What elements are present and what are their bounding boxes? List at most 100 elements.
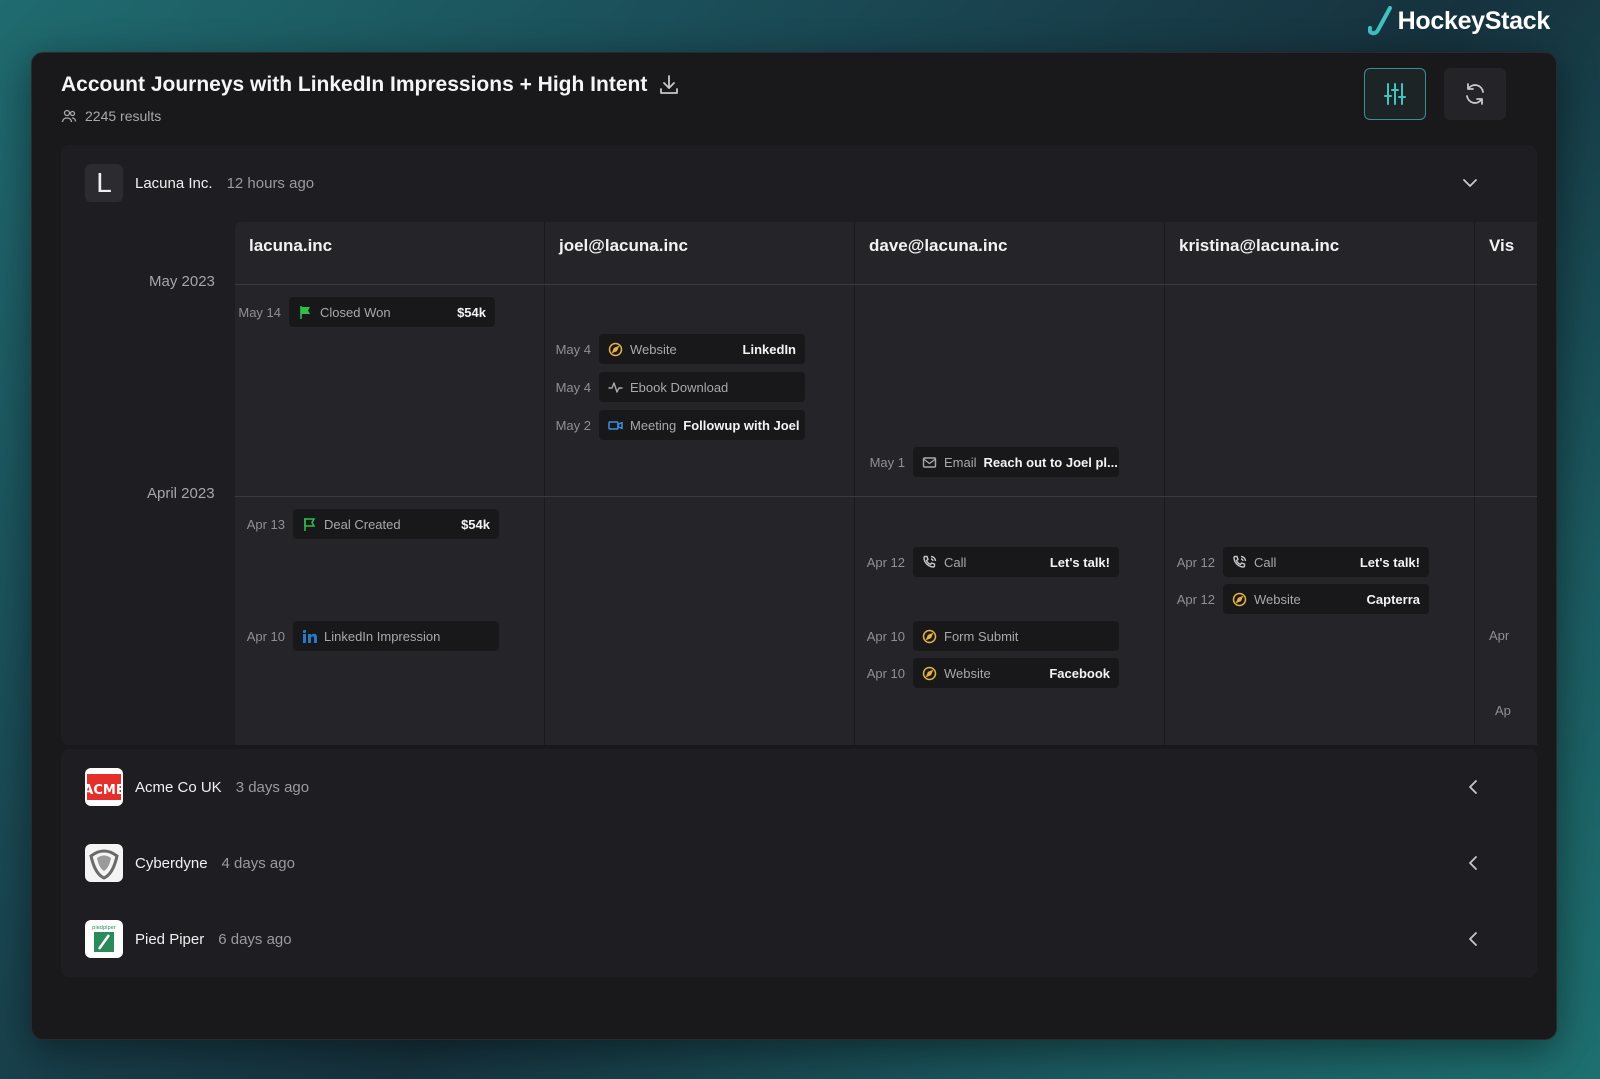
column-joel: joel@lacuna.inc <box>545 222 855 745</box>
event-date: Apr 12 <box>1176 591 1215 607</box>
account-header[interactable]: L Lacuna Inc. 12 hours ago <box>85 164 314 202</box>
pied-piper-logo: piedpiper <box>85 920 123 958</box>
event-type: Website <box>630 341 677 357</box>
cyberdyne-logo <box>85 844 123 882</box>
event-type: Ebook Download <box>630 379 729 395</box>
event-date: Apr 13 <box>246 516 285 532</box>
column-visitor: Vis <box>1475 222 1537 745</box>
compass-icon <box>922 629 937 644</box>
event-type: Call <box>944 554 967 570</box>
account-card-expanded: L Lacuna Inc. 12 hours ago May 2023 Apri… <box>61 145 1537 745</box>
event-type: Meeting <box>630 417 677 433</box>
event-type: Form Submit <box>944 628 1019 644</box>
month-label: May 2023 <box>149 273 215 290</box>
compass-icon <box>608 342 623 357</box>
phone-icon <box>922 555 937 570</box>
account-name: Cyberdyne <box>135 854 208 872</box>
event-value: $54k <box>461 516 490 532</box>
mail-icon <box>922 455 937 470</box>
event-value: Followup with Joel <box>683 417 800 433</box>
event-date: May 2 <box>555 417 591 433</box>
video-icon <box>608 418 623 433</box>
download-icon[interactable] <box>657 73 681 97</box>
compass-icon <box>922 666 937 681</box>
flag-filled-icon <box>298 305 313 320</box>
event-type: Website <box>1254 591 1301 607</box>
event-value: Facebook <box>1049 665 1110 681</box>
column-header: joel@lacuna.inc <box>559 236 689 255</box>
journey-event[interactable]: Apr 13 Deal Created $54k <box>235 509 499 539</box>
event-date: May 4 <box>555 379 591 395</box>
event-date: May 14 <box>238 304 281 320</box>
event-type: Website <box>944 665 991 681</box>
event-type: Deal Created <box>324 516 401 532</box>
event-type: Call <box>1254 554 1277 570</box>
journey-grid: lacuna.inc joel@lacuna.inc dave@lacuna.i… <box>235 222 1537 745</box>
event-type: Email <box>944 454 977 470</box>
journey-event[interactable]: Apr 12 Website Capterra <box>1165 584 1429 614</box>
event-value: Capterra <box>1366 591 1420 607</box>
journey-event[interactable]: Apr 10 Form Submit <box>855 621 1119 651</box>
event-date: Apr 12 <box>1176 554 1215 570</box>
compass-icon <box>1232 592 1247 607</box>
account-row[interactable]: piedpiper Pied Piper 6 days ago <box>61 901 1537 977</box>
event-value: $54k <box>457 304 486 320</box>
refresh-button[interactable] <box>1444 68 1506 120</box>
sliders-icon <box>1384 83 1406 105</box>
hockeystack-logo: HockeyStack <box>1367 6 1551 36</box>
account-time: 3 days ago <box>235 778 310 796</box>
column-header: dave@lacuna.inc <box>869 236 1008 255</box>
filter-button[interactable] <box>1364 68 1426 120</box>
event-value: Let's talk! <box>1359 554 1420 570</box>
journey-event[interactable]: Apr 10 Website Facebook <box>855 658 1119 688</box>
journey-event[interactable]: May 1 Email Reach out to Joel pl... <box>855 447 1119 477</box>
account-row[interactable]: ACME Acme Co UK 3 days ago <box>61 749 1537 825</box>
journey-event[interactable]: May 2 Meeting Followup with Joel <box>541 410 805 440</box>
journey-event[interactable]: May 4 Ebook Download <box>541 372 805 402</box>
pied-piper-logo-caption: piedpiper <box>92 925 117 931</box>
account-time: 4 days ago <box>221 854 295 872</box>
svg-text:ACME: ACME <box>85 783 123 798</box>
account-name: Lacuna Inc. <box>135 174 213 192</box>
chevron-left-icon[interactable] <box>1462 776 1484 798</box>
event-date: Apr 12 <box>866 554 905 570</box>
account-name: Acme Co UK <box>135 778 222 796</box>
event-value: LinkedIn <box>742 341 796 357</box>
account-time: 12 hours ago <box>226 174 315 192</box>
results-text: 2245 results <box>85 108 162 124</box>
results-count: 2245 results <box>61 108 161 124</box>
grid-divider <box>235 284 1537 285</box>
event-type: LinkedIn Impression <box>324 628 441 644</box>
column-header: kristina@lacuna.inc <box>1179 236 1340 255</box>
account-logo: L <box>85 164 123 202</box>
event-date: Apr 10 <box>866 628 905 644</box>
page-title: Account Journeys with LinkedIn Impressio… <box>61 73 648 96</box>
event-value: Reach out to Joel pl... <box>983 454 1118 470</box>
journey-event[interactable]: Apr 12 Call Let's talk! <box>855 547 1119 577</box>
journey-event[interactable]: May 4 Website LinkedIn <box>541 334 805 364</box>
journey-event[interactable]: Apr 10 LinkedIn Impression <box>235 621 499 651</box>
brand-name: HockeyStack <box>1397 6 1551 35</box>
column-header: lacuna.inc <box>249 236 333 255</box>
journey-event[interactable]: May 14 Closed Won $54k <box>235 297 495 327</box>
linkedin-icon <box>302 629 317 644</box>
chevron-left-icon[interactable] <box>1462 852 1484 874</box>
journey-event[interactable]: Apr 12 Call Let's talk! <box>1165 547 1429 577</box>
month-label: April 2023 <box>147 485 215 502</box>
account-row[interactable]: Cyberdyne 4 days ago <box>61 825 1537 901</box>
event-date: Apr 10 <box>246 628 285 644</box>
flag-outline-icon <box>302 517 317 532</box>
grid-divider <box>235 496 1537 497</box>
acme-logo: ACME <box>85 768 123 806</box>
partial-event-date: Ap <box>1495 703 1511 718</box>
column-header: Vis <box>1489 236 1515 255</box>
activity-icon <box>608 380 623 395</box>
chevron-left-icon[interactable] <box>1462 928 1484 950</box>
event-type: Closed Won <box>320 304 391 320</box>
journeys-panel: Account Journeys with LinkedIn Impressio… <box>31 52 1557 1040</box>
column-kristina: kristina@lacuna.inc <box>1165 222 1475 745</box>
account-time: 6 days ago <box>218 930 292 948</box>
event-date: Apr 10 <box>866 665 905 681</box>
chevron-down-icon[interactable] <box>1459 172 1481 194</box>
account-name: Pied Piper <box>135 930 205 948</box>
